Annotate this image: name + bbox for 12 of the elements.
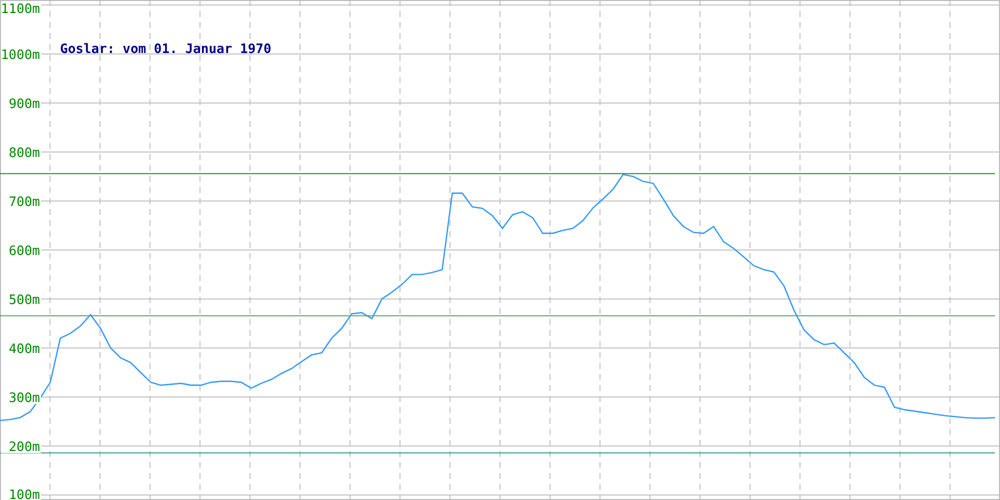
- axis-tick-label: 400m: [8, 342, 40, 357]
- chart-title: Goslar: vom 01. Januar 1970: [60, 42, 272, 57]
- axis-tick-label: 900m: [8, 97, 40, 112]
- axis-tick-label: 100m: [8, 488, 40, 500]
- axis-tick-label: 1000m: [0, 48, 40, 63]
- axis-tick-label: 800m: [8, 146, 40, 161]
- axis-tick-label: 700m: [8, 195, 40, 210]
- axis-tick-label: 500m: [8, 293, 40, 308]
- axis-tick-label: 1100m: [0, 2, 40, 17]
- axis-tick-label: 200m: [8, 440, 40, 455]
- axis-tick-label: 600m: [8, 244, 40, 259]
- axis-tick-label: 300m: [8, 391, 40, 406]
